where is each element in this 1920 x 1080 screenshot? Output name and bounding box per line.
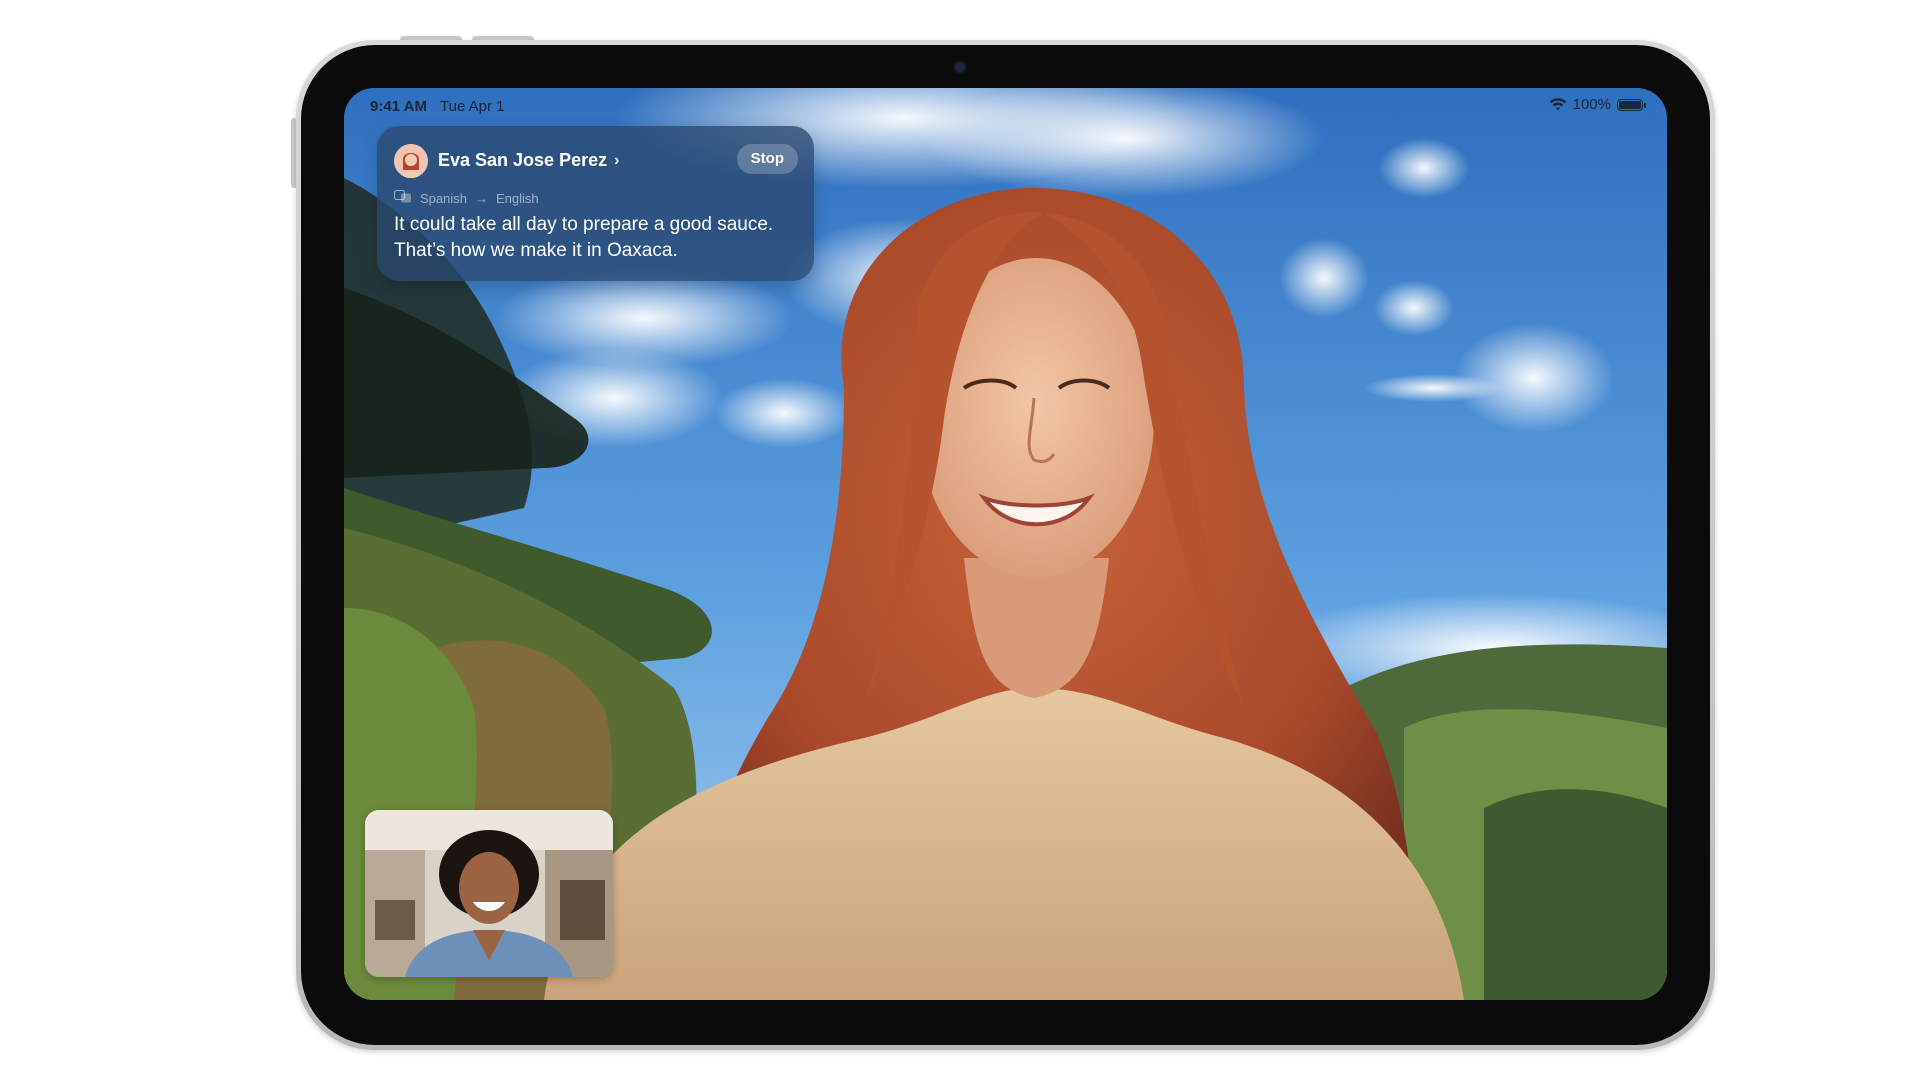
battery-icon — [1617, 98, 1646, 111]
target-language: English — [495, 190, 539, 206]
caller-name: Eva San Jose Perez — [438, 150, 608, 170]
self-view-video — [365, 810, 613, 977]
status-indicators: 100% — [1549, 96, 1646, 113]
language-arrow: → — [474, 190, 488, 206]
caller-avatar — [394, 144, 428, 178]
live-translation-card[interactable]: Eva San Jose Perez › Stop Spanish → Engl… — [377, 126, 814, 281]
source-language: Spanish — [420, 190, 467, 206]
stage: 9:41 AM Tue Apr 1 100% Eva San Jose Pere… — [0, 0, 1920, 1080]
caller-name-row[interactable]: Eva San Jose Perez › — [438, 150, 619, 171]
facetime-screen: 9:41 AM Tue Apr 1 100% Eva San Jose Pere… — [344, 88, 1667, 1000]
translate-icon — [394, 190, 412, 206]
status-bar: 9:41 AM Tue Apr 1 100% — [344, 88, 1667, 128]
status-date: Tue Apr 1 — [440, 98, 505, 115]
stop-translation-button[interactable]: Stop — [736, 144, 798, 174]
chevron-right-icon: › — [614, 151, 620, 169]
self-view-pip[interactable] — [365, 810, 613, 977]
language-pair: Spanish → English — [394, 190, 539, 206]
front-camera-icon — [955, 62, 965, 72]
wifi-icon — [1549, 97, 1567, 112]
translated-message: It could take all day to prepare a good … — [394, 214, 774, 261]
battery-percent: 100% — [1572, 96, 1611, 113]
status-time: 9:41 AM — [370, 98, 427, 115]
